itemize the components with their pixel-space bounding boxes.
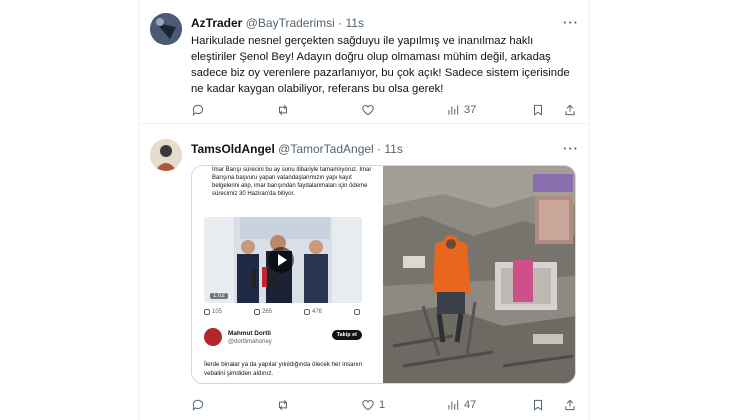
media-grid: İmar Barışı sürecini bu ay sonu itibariy… xyxy=(191,165,576,384)
quoted-like-count: 476 xyxy=(312,309,323,315)
like-count: 1 xyxy=(379,399,386,411)
press-conference-video[interactable]: 1:02 xyxy=(204,217,362,303)
retweet-icon xyxy=(279,104,287,116)
separator: · xyxy=(338,16,343,30)
timeline-column: AzTrader @BayTraderimsi · 11s ··· Hariku… xyxy=(138,0,591,420)
retweet-icon xyxy=(279,399,287,411)
quoted-tweet-stats: 105 265 476 xyxy=(204,309,362,315)
tweet-actions: 1 47 xyxy=(191,397,581,413)
quoted-tweet-screenshot[interactable]: İmar Barışı sürecini bu ay sonu itibariy… xyxy=(192,166,382,383)
more-options-icon[interactable]: ··· xyxy=(563,15,579,30)
reply-icon xyxy=(192,104,204,116)
timestamp[interactable]: 11s xyxy=(384,142,402,156)
quoted-share-stat xyxy=(354,309,362,315)
video-duration: 1:02 xyxy=(210,293,228,299)
user-handle[interactable]: @BayTraderimsi xyxy=(246,16,335,30)
quoted-reply-count: 105 xyxy=(212,309,223,315)
heart-icon xyxy=(362,105,374,116)
views-count: 37 xyxy=(464,104,477,116)
reply-author-avatar xyxy=(204,328,222,346)
more-options-icon[interactable]: ··· xyxy=(563,141,579,156)
views-button[interactable]: 47 xyxy=(446,398,476,412)
bookmark-button[interactable] xyxy=(531,103,545,117)
bookmark-icon xyxy=(534,399,542,411)
bookmark-icon xyxy=(534,104,542,116)
share-button[interactable] xyxy=(563,398,577,412)
quoted-tweet-text: İmar Barışı sürecini bu ay sonu itibariy… xyxy=(212,167,372,197)
reply-button[interactable] xyxy=(191,103,209,117)
retweet-button[interactable] xyxy=(276,398,294,412)
follow-button: Takip et xyxy=(331,330,362,340)
views-button[interactable]: 37 xyxy=(446,103,476,117)
reply-author-handle: @dortlimahoney xyxy=(228,339,272,345)
like-button[interactable] xyxy=(361,103,379,117)
share-icon xyxy=(565,104,575,116)
reply-author-name: Mahmut Dortli xyxy=(228,330,271,337)
quoted-reply-stat: 105 xyxy=(204,309,222,315)
separator: · xyxy=(377,142,382,156)
bookmark-button[interactable] xyxy=(531,398,545,412)
play-icon[interactable] xyxy=(268,247,294,273)
timestamp[interactable]: 11s xyxy=(345,16,363,30)
retweet-button[interactable] xyxy=(276,103,294,117)
quoted-reply-text: İlerde binalar ya da yapılar yıkıldığınd… xyxy=(204,361,363,377)
share-icon xyxy=(565,399,575,411)
tweet-header: AzTrader @BayTraderimsi · 11s xyxy=(191,16,364,30)
quoted-like-stat: 476 xyxy=(304,309,322,315)
user-handle[interactable]: @TamorTadAngel xyxy=(278,142,374,156)
views-icon xyxy=(448,105,459,115)
avatar[interactable] xyxy=(150,139,182,171)
tweet[interactable]: AzTrader @BayTraderimsi · 11s ··· Hariku… xyxy=(139,0,591,124)
avatar[interactable] xyxy=(150,13,182,45)
display-name[interactable]: AzTrader xyxy=(191,16,242,30)
views-icon xyxy=(448,400,459,410)
tweet-actions: 37 xyxy=(191,102,581,118)
display-name[interactable]: TamsOldAngel xyxy=(191,142,275,156)
quoted-retweet-count: 265 xyxy=(262,309,273,315)
share-button[interactable] xyxy=(563,103,577,117)
tweet-text: Harikulade nesnel gerçekten sağduyu ile … xyxy=(191,35,570,95)
tweet[interactable]: TamsOldAngel @TamorTadAngel · 11s ··· İm… xyxy=(139,125,591,420)
quoted-reply-author: Mahmut Dortli @dortlimahoney Takip et xyxy=(204,328,374,354)
views-count: 47 xyxy=(464,399,477,411)
quoted-retweet-stat: 265 xyxy=(254,309,272,315)
like-button[interactable]: 1 xyxy=(361,398,385,412)
rubble-photo[interactable] xyxy=(383,166,575,383)
heart-icon xyxy=(362,400,374,411)
reply-button[interactable] xyxy=(191,398,209,412)
tweet-header: TamsOldAngel @TamorTadAngel · 11s xyxy=(191,142,403,156)
reply-icon xyxy=(192,399,204,411)
